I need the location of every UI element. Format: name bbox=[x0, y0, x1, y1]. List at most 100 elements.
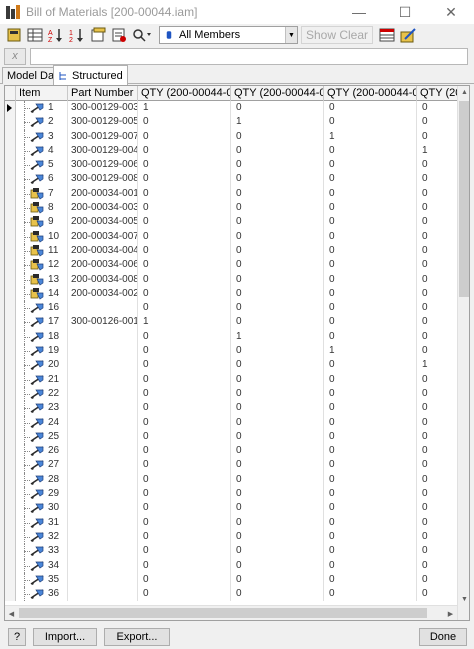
sort-icon[interactable]: AZ bbox=[46, 26, 65, 45]
table-row[interactable]: 34 0 0 0 0 bbox=[5, 558, 469, 573]
row-selector[interactable] bbox=[5, 429, 16, 445]
horizontal-scrollbar[interactable]: ◀ ▶ bbox=[5, 605, 457, 620]
qty-cell[interactable]: 1 bbox=[231, 115, 324, 130]
row-selector[interactable] bbox=[5, 558, 16, 573]
row-selector[interactable] bbox=[5, 444, 16, 459]
item-cell[interactable]: 20 bbox=[16, 358, 68, 373]
qty-cell[interactable]: 0 bbox=[324, 201, 417, 216]
qty-cell[interactable]: 0 bbox=[138, 215, 231, 230]
qty-cell[interactable]: 0 bbox=[324, 372, 417, 387]
filter-dropdown[interactable]: All Members ▼ bbox=[159, 26, 298, 44]
qty-cell[interactable]: 0 bbox=[324, 544, 417, 559]
qty-cell[interactable]: 0 bbox=[231, 372, 324, 387]
minimize-button[interactable]: — bbox=[336, 0, 382, 24]
item-cell[interactable]: 9 bbox=[16, 215, 68, 230]
qty-cell[interactable]: 0 bbox=[324, 458, 417, 473]
import-button[interactable]: Import... bbox=[33, 628, 97, 646]
table-row[interactable]: 35 0 0 0 0 bbox=[5, 572, 469, 588]
table-row[interactable]: 26 0 0 0 0 bbox=[5, 444, 469, 459]
table-row[interactable]: 27 0 0 0 0 bbox=[5, 458, 469, 473]
renumber-icon[interactable]: 12 bbox=[67, 26, 86, 45]
row-selector[interactable] bbox=[5, 415, 16, 430]
qty-cell[interactable]: 0 bbox=[324, 401, 417, 416]
item-cell[interactable]: 18 bbox=[16, 329, 68, 345]
row-selector[interactable] bbox=[5, 587, 16, 602]
item-cell[interactable]: 24 bbox=[16, 415, 68, 430]
row-selector[interactable] bbox=[5, 472, 16, 488]
row-selector[interactable] bbox=[5, 501, 16, 516]
part-number-cell[interactable] bbox=[68, 572, 138, 588]
part-number-cell[interactable]: 300-00129-005 bbox=[68, 115, 138, 130]
part-number-cell[interactable] bbox=[68, 358, 138, 373]
part-number-cell[interactable] bbox=[68, 444, 138, 459]
item-cell[interactable]: 30 bbox=[16, 501, 68, 516]
table-row[interactable]: 12 200-00034-006 0 0 0 0 bbox=[5, 258, 469, 273]
qty-cell[interactable]: 0 bbox=[324, 272, 417, 287]
qty-cell[interactable]: 0 bbox=[138, 201, 231, 216]
qty-cell[interactable]: 1 bbox=[231, 329, 324, 345]
part-number-cell[interactable]: 300-00129-006 bbox=[68, 158, 138, 173]
show-clear-button[interactable]: Show Clear bbox=[301, 26, 374, 44]
part-number-cell[interactable] bbox=[68, 529, 138, 545]
item-cell[interactable]: 31 bbox=[16, 515, 68, 530]
item-cell[interactable]: 25 bbox=[16, 429, 68, 445]
table-row[interactable]: 16 0 0 0 0 bbox=[5, 301, 469, 316]
row-selector[interactable] bbox=[5, 143, 16, 159]
qty-cell[interactable]: 0 bbox=[138, 401, 231, 416]
item-cell[interactable]: 22 bbox=[16, 386, 68, 402]
fx-icon[interactable]: x bbox=[4, 47, 26, 65]
row-selector[interactable] bbox=[5, 572, 16, 588]
qty-cell[interactable]: 0 bbox=[231, 315, 324, 330]
qty-cell[interactable]: 0 bbox=[324, 215, 417, 230]
table-row[interactable]: 22 0 0 0 0 bbox=[5, 386, 469, 402]
row-selector[interactable] bbox=[5, 458, 16, 473]
scroll-up-icon[interactable]: ▲ bbox=[458, 86, 469, 99]
qty-cell[interactable]: 0 bbox=[324, 172, 417, 187]
qty-cell[interactable]: 0 bbox=[324, 386, 417, 402]
qty-cell[interactable]: 0 bbox=[324, 301, 417, 316]
qty-cell[interactable]: 0 bbox=[231, 186, 324, 202]
qty-cell[interactable]: 0 bbox=[324, 143, 417, 159]
qty-cell[interactable]: 0 bbox=[138, 243, 231, 259]
qty-cell[interactable]: 0 bbox=[138, 344, 231, 359]
qty-cell[interactable]: 0 bbox=[138, 143, 231, 159]
chevron-down-icon[interactable]: ▼ bbox=[285, 27, 297, 43]
done-button[interactable]: Done bbox=[419, 628, 467, 646]
scroll-left-icon[interactable]: ◀ bbox=[5, 606, 18, 620]
qty-cell[interactable]: 0 bbox=[231, 101, 324, 116]
table-row[interactable]: 24 0 0 0 0 bbox=[5, 415, 469, 430]
qty-cell[interactable]: 1 bbox=[324, 129, 417, 144]
qty-cell[interactable]: 0 bbox=[231, 487, 324, 502]
qty-cell[interactable]: 0 bbox=[231, 515, 324, 530]
item-cell[interactable]: 1 bbox=[16, 101, 68, 116]
column-header-qty-003[interactable]: QTY (200-00044-003) bbox=[324, 86, 417, 101]
row-selector[interactable] bbox=[5, 372, 16, 387]
part-number-cell[interactable]: 300-00129-003 bbox=[68, 101, 138, 116]
qty-cell[interactable]: 0 bbox=[138, 458, 231, 473]
scroll-right-icon[interactable]: ▶ bbox=[444, 606, 457, 620]
column-header-part-number[interactable]: Part Number bbox=[68, 86, 138, 101]
qty-cell[interactable]: 0 bbox=[324, 444, 417, 459]
qty-cell[interactable]: 0 bbox=[231, 587, 324, 602]
part-number-cell[interactable]: 200-00034-002 bbox=[68, 286, 138, 302]
table-row[interactable]: 20 0 0 0 1 bbox=[5, 358, 469, 373]
qty-cell[interactable]: 0 bbox=[324, 415, 417, 430]
item-cell[interactable]: 29 bbox=[16, 487, 68, 502]
row-selector[interactable] bbox=[5, 101, 16, 116]
part-number-cell[interactable]: 200-00034-001 bbox=[68, 186, 138, 202]
column-header-qty-001[interactable]: QTY (200-00044-001) bbox=[138, 86, 231, 101]
export-button[interactable]: Export... bbox=[104, 628, 170, 646]
table-row[interactable]: 10 200-00034-007 0 0 0 0 bbox=[5, 229, 469, 244]
row-selector[interactable] bbox=[5, 243, 16, 259]
item-cell[interactable]: 34 bbox=[16, 558, 68, 573]
table-row[interactable]: 14 200-00034-002 0 0 0 0 bbox=[5, 286, 469, 302]
table-row[interactable]: 29 0 0 0 0 bbox=[5, 487, 469, 502]
table-row[interactable]: 6 300-00129-008 0 0 0 0 bbox=[5, 172, 469, 187]
close-button[interactable]: ✕ bbox=[428, 0, 474, 24]
qty-cell[interactable]: 0 bbox=[231, 415, 324, 430]
qty-cell[interactable]: 0 bbox=[231, 201, 324, 216]
part-number-cell[interactable]: 200-00034-005 bbox=[68, 215, 138, 230]
item-cell[interactable]: 12 bbox=[16, 258, 68, 273]
item-cell[interactable]: 27 bbox=[16, 458, 68, 473]
qty-cell[interactable]: 0 bbox=[138, 487, 231, 502]
